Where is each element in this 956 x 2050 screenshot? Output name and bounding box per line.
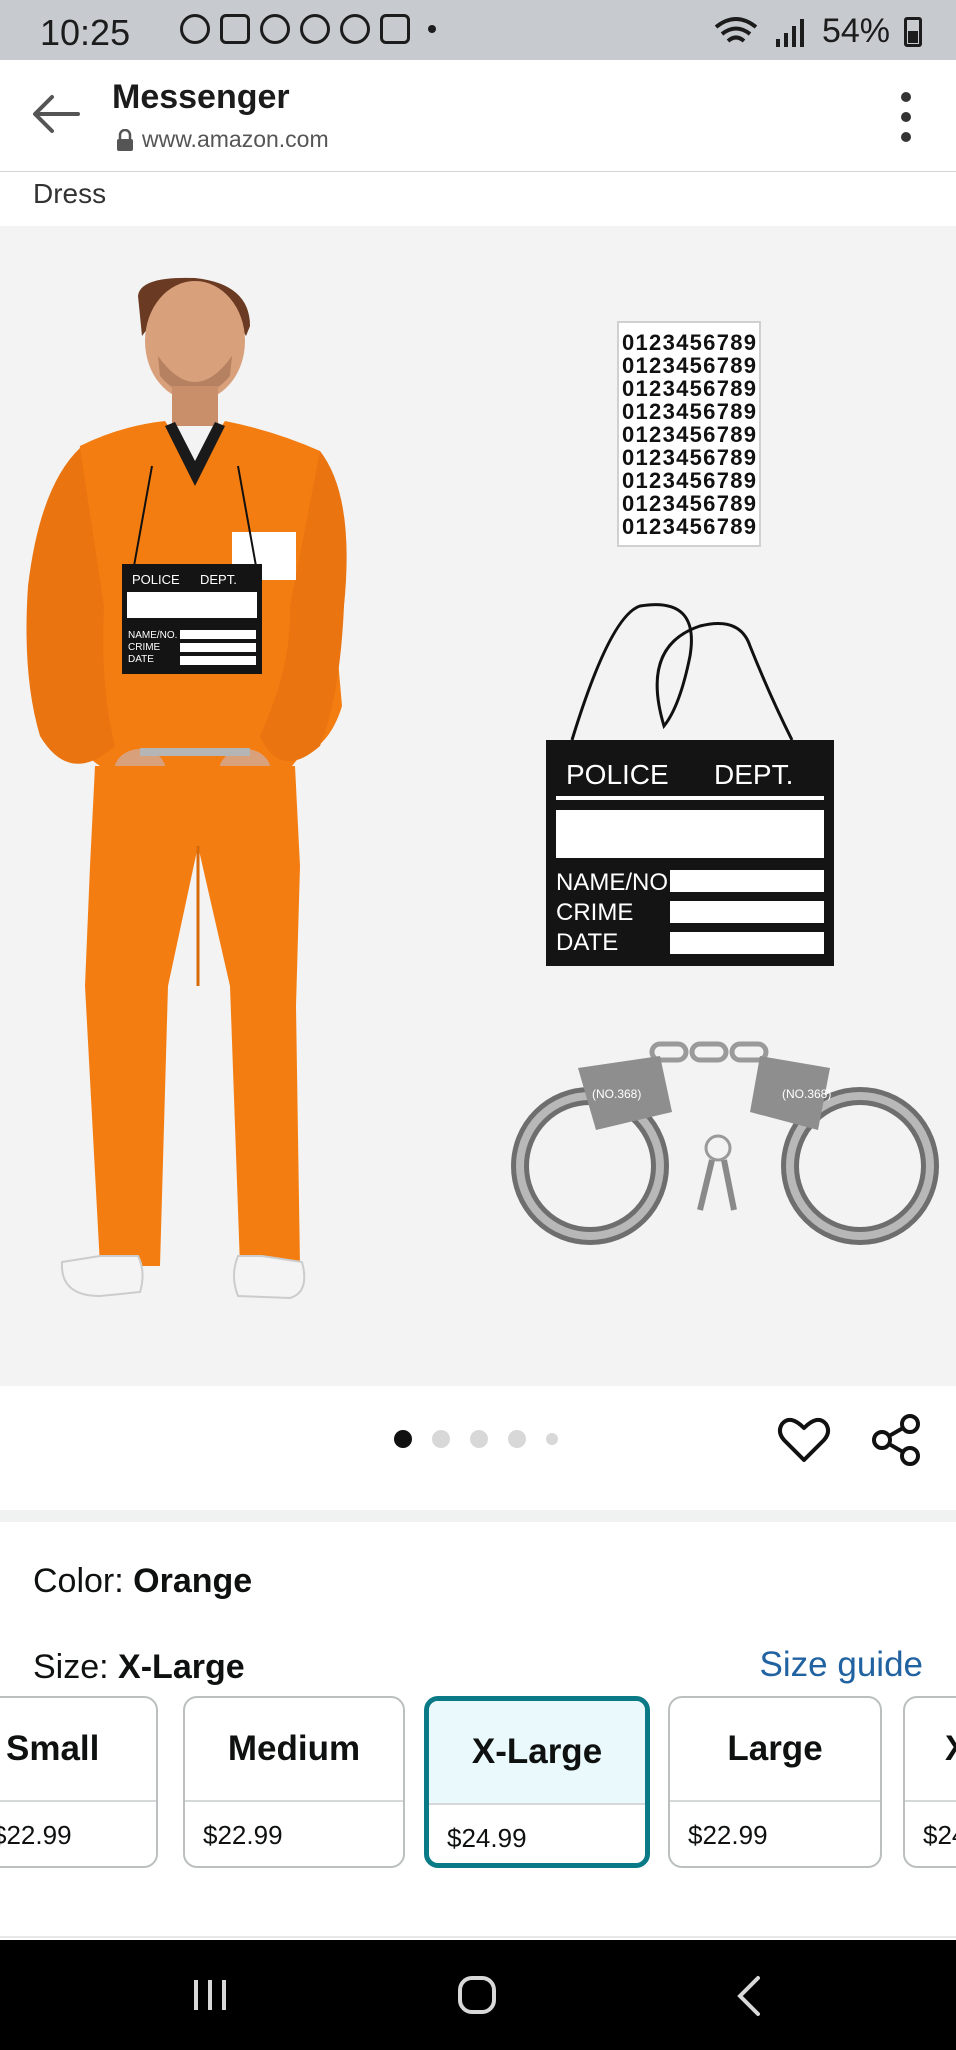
size-guide-link[interactable]: Size guide	[760, 1645, 923, 1685]
number-sticker-sheet: 0123456789 0123456789 0123456789 0123456…	[617, 321, 761, 547]
instagram-icon	[220, 14, 250, 44]
content-bottom-divider	[0, 1936, 956, 1938]
size-option-label: XX-Large	[905, 1698, 956, 1802]
svg-text:DATE: DATE	[128, 654, 154, 665]
size-option-price: $22.99	[0, 1819, 72, 1850]
size-option-medium[interactable]: Medium $22.99	[183, 1696, 405, 1868]
carousel-dot[interactable]	[432, 1430, 450, 1448]
svg-text:DATE: DATE	[556, 929, 618, 956]
svg-text:DEPT.: DEPT.	[714, 759, 793, 790]
svg-text:0123456789: 0123456789	[622, 445, 756, 470]
system-nav-bar	[0, 1940, 956, 2050]
model-figure: POLICE DEPT. NAME/NO. CRIME DATE	[26, 277, 347, 1300]
status-right: 54%	[712, 12, 922, 51]
svg-text:DEPT.: DEPT.	[200, 572, 237, 587]
svg-text:NAME/NO.: NAME/NO.	[128, 630, 177, 641]
carousel-dot[interactable]	[546, 1433, 558, 1445]
svg-text:(NO.368): (NO.368)	[592, 1087, 641, 1101]
svg-text:0123456789: 0123456789	[622, 330, 756, 355]
color-selection: Color: Orange	[33, 1562, 252, 1601]
carousel-dots	[394, 1430, 558, 1448]
size-option-price: $22.99	[203, 1819, 283, 1850]
svg-text:POLICE: POLICE	[566, 759, 669, 790]
battery-icon	[904, 16, 922, 47]
share-icon[interactable]	[868, 1412, 924, 1468]
back-nav-icon[interactable]	[730, 1974, 770, 2018]
carousel-dot[interactable]	[508, 1430, 526, 1448]
svg-text:0123456789: 0123456789	[622, 422, 756, 447]
more-notifications-dot	[428, 25, 436, 33]
size-options: Small $22.99 Medium $22.99 X-Large $24.9…	[0, 1696, 956, 1872]
size-option-label: Large	[670, 1698, 880, 1802]
product-illustration: POLICE DEPT. NAME/NO. CRIME DATE 0123456…	[26, 277, 939, 1300]
svg-text:CRIME: CRIME	[128, 642, 161, 653]
size-option-x-large[interactable]: X-Large $24.99	[424, 1696, 650, 1868]
small-board-title: POLICE	[132, 572, 180, 587]
size-option-small[interactable]: Small $22.99	[0, 1696, 158, 1868]
size-option-label: X-Large	[429, 1701, 645, 1805]
app-bar: Messenger www.amazon.com	[0, 60, 956, 172]
svg-text:0123456789: 0123456789	[622, 353, 756, 378]
size-option-price: $24.99	[447, 1822, 527, 1853]
svg-text:NAME/NO.: NAME/NO.	[556, 869, 675, 896]
status-bar: 10:25 54%	[0, 0, 956, 60]
lock-icon	[117, 128, 133, 151]
size-value: X-Large	[118, 1648, 245, 1686]
heart-icon[interactable]	[776, 1412, 832, 1468]
size-selection: Size: X-Large	[33, 1648, 245, 1687]
color-value: Orange	[133, 1562, 253, 1600]
facebook-icon	[340, 14, 370, 44]
signal-icon	[775, 18, 804, 47]
battery-percent: 54%	[821, 12, 890, 50]
wifi-icon	[714, 16, 758, 43]
status-time: 10:25	[40, 12, 131, 53]
size-option-price: $24.99	[923, 1819, 956, 1850]
section-divider	[0, 1510, 956, 1522]
url-text: www.amazon.com	[142, 126, 329, 152]
breadcrumb[interactable]: Dress	[33, 178, 106, 210]
size-option-label: Medium	[185, 1698, 403, 1802]
notification-icons	[180, 14, 436, 44]
svg-text:0123456789: 0123456789	[622, 468, 756, 493]
size-option-xx-large[interactable]: XX-Large $24.99	[903, 1696, 956, 1868]
carousel-dot[interactable]	[394, 1430, 412, 1448]
app-notification-icon	[260, 14, 290, 44]
svg-text:0123456789: 0123456789	[622, 514, 756, 539]
svg-text:0123456789: 0123456789	[622, 376, 756, 401]
size-label: Size:	[33, 1648, 119, 1686]
page-url: www.amazon.com	[116, 126, 329, 153]
back-arrow-icon[interactable]	[28, 86, 84, 142]
svg-text:(NO.368): (NO.368)	[782, 1087, 831, 1101]
svg-text:0123456789: 0123456789	[622, 399, 756, 424]
carousel-row	[0, 1386, 956, 1510]
chat-icon	[380, 14, 410, 44]
messenger-icon	[180, 14, 210, 44]
size-option-large[interactable]: Large $22.99	[668, 1696, 882, 1868]
svg-text:0123456789: 0123456789	[622, 491, 756, 516]
svg-text:CRIME: CRIME	[556, 899, 633, 926]
color-label: Color:	[33, 1562, 134, 1600]
product-image[interactable]: POLICE DEPT. NAME/NO. CRIME DATE 0123456…	[0, 226, 956, 1386]
handcuffs: (NO.368) (NO.368)	[511, 1041, 939, 1245]
size-option-price: $22.99	[688, 1819, 768, 1850]
home-icon[interactable]	[458, 1976, 496, 2014]
police-board: POLICE DEPT. NAME/NO. CRIME DATE	[546, 603, 834, 966]
facebook-icon	[300, 14, 330, 44]
carousel-dot[interactable]	[470, 1430, 488, 1448]
size-option-label: Small	[0, 1698, 156, 1802]
recent-apps-icon[interactable]	[194, 1980, 226, 2010]
app-title: Messenger	[112, 78, 290, 116]
more-options-icon[interactable]	[896, 92, 916, 142]
